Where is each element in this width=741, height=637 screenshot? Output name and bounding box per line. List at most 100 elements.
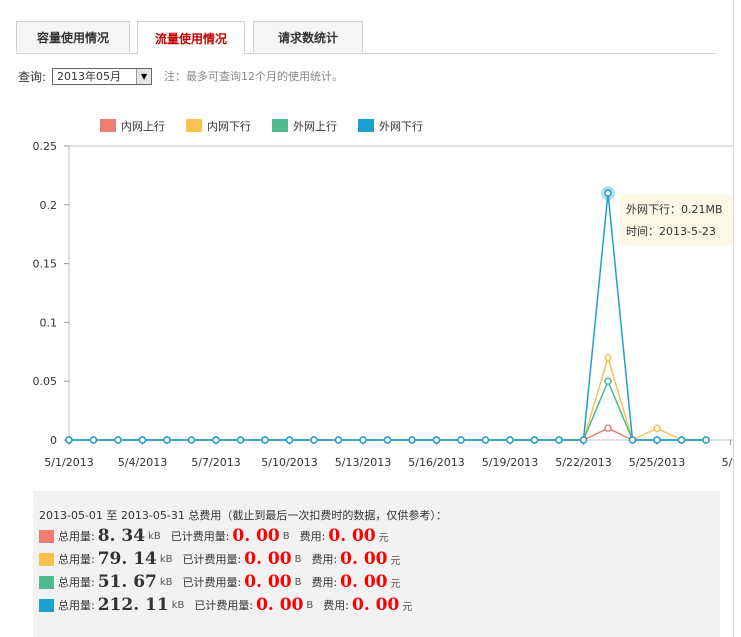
series-color-swatch [39,552,54,566]
tooltip-line-time: 时间：2013-5-23 [626,225,716,238]
total-label: 总用量: [58,530,95,543]
fee-value: 0. 00 [352,595,400,615]
fee-label: 费用: [299,530,326,543]
fee-label: 费用: [311,576,338,589]
series-color-swatch [39,598,54,612]
billed-label: 已计费用量: [182,576,242,589]
tooltip-line-value: 外网下行：0.21MB [626,203,723,216]
point-3-26 [702,436,710,444]
billed-label: 已计费用量: [170,530,230,543]
total-unit: kB [148,530,161,542]
query-label: 查询: [18,69,47,84]
billed-value: 0. 00 [232,526,280,546]
point-3-0 [65,436,73,444]
billed-label: 已计费用量: [182,553,242,566]
total-label: 总用量: [58,553,95,566]
month-select[interactable]: 2013年05月 ▼ [52,67,153,85]
month-select-value: 2013年05月 [57,70,122,83]
legend-swatch-2 [272,119,288,132]
x-tick-label-4: 5/13/2013 [335,456,391,469]
series-line-3 [69,192,706,441]
point-3-2 [114,436,122,444]
summary-header: 2013-05-01 至 2013-05-31 总费用（截止到最后一次扣费时的数… [39,509,447,522]
point-1-22 [604,353,612,362]
fee-unit: 元 [402,601,413,613]
tab-request-stats[interactable]: 请求数统计 [253,21,363,52]
series-line-2 [69,379,706,441]
legend-label-0: 内网上行 [121,119,165,133]
point-3-4 [163,436,171,444]
y-tick-label-5: 0 [50,434,57,447]
billed-value: 0. 00 [256,595,304,615]
point-3-12 [359,436,367,444]
total-unit: kB [159,553,173,565]
series-color-swatch [39,575,54,589]
billed-value: 0. 00 [244,572,292,592]
point-3-25 [677,436,686,444]
point-3-7 [236,436,245,444]
summary-row: 总用量: 79. 14 kB 已计费用量: 0. 00 B 费用: 0. 00 元 [39,548,411,570]
total-label: 总用量: [58,576,95,589]
point-3-11 [334,436,343,444]
fee-summary: 2013-05-01 至 2013-05-31 总费用（截止到最后一次扣费时的数… [33,491,720,637]
billed-unit: B [282,530,290,542]
fee-unit: 元 [390,578,401,590]
point-2-22 [604,377,612,385]
point-3-23 [628,436,637,444]
query-bar: 查询: 2013年05月 ▼ 注：最多可查询12个月的使用统计。 [18,66,343,86]
total-unit: kB [159,576,173,588]
fee-label: 费用: [323,599,349,612]
summary-row: 总用量: 51. 67 kB 已计费用量: 0. 00 B 费用: 0. 00 元 [39,571,411,593]
x-tick-label-8: 5/25/2013 [629,456,685,469]
x-tick-label-6: 5/19/2013 [482,456,538,469]
traffic-line-chart: 内网上行 内网下行 外网上行 外网下行 0.25 0.2 0.15 0.1 0.05 0 5/1/2… [33,119,733,469]
legend-label-2: 外网上行 [293,120,337,133]
series-color-swatch [39,529,54,543]
point-3-13 [383,436,392,444]
point-3-24 [653,436,661,444]
fee-unit: 元 [378,532,389,544]
legend-swatch-0 [100,119,116,132]
fee-unit: 元 [390,555,401,567]
total-unit: kB [171,599,185,611]
y-tick-label-0: 0.25 [33,140,58,153]
point-3-1 [89,436,98,444]
x-tick-label-2: 5/7/2013 [191,456,240,469]
point-3-21 [579,436,588,444]
tab-capacity-usage[interactable]: 容量使用情况 [16,21,130,52]
chevron-down-icon[interactable]: ▼ [136,68,152,84]
y-tick-label-1: 0.2 [40,199,58,212]
billed-unit: B [306,599,314,611]
point-3-8 [261,436,269,444]
billed-unit: B [294,576,302,588]
y-tick-label-3: 0.1 [40,316,58,329]
point-3-18 [506,436,514,444]
legend-swatch-1 [186,119,202,132]
tab-traffic-usage[interactable]: 流量使用情况 [137,21,245,54]
tab-bar: 容量使用情况 流量使用情况 请求数统计 [16,21,716,54]
x-tick-label-3: 5/10/2013 [261,456,317,469]
summary-row: 总用量: 8. 34 kB 已计费用量: 0. 00 B 费用: 0. 00 元 [39,525,399,547]
total-label: 总用量: [58,599,95,612]
x-tick-label-0: 5/1/2013 [44,456,93,469]
point-3-22 [604,189,612,197]
point-1-24 [653,424,661,432]
fee-label: 费用: [311,553,338,566]
total-value: 51. 67 [97,572,157,592]
x-tick-label-1: 5/4/2013 [118,456,167,469]
point-3-15 [432,436,441,444]
billed-unit: B [294,553,302,565]
y-tick-label-4: 0.05 [33,375,58,388]
point-3-9 [285,436,294,444]
x-tick-label-5: 5/16/2013 [408,456,464,469]
query-note: 注：最多可查询12个月的使用统计。 [164,70,344,83]
fee-value: 0. 00 [340,572,388,592]
total-value: 212. 11 [97,595,169,615]
y-tick-label-2: 0.15 [33,258,58,271]
x-tick-label-7: 5/22/2013 [555,456,611,469]
fee-value: 0. 00 [340,549,388,569]
point-3-3 [138,436,147,444]
summary-row: 总用量: 212. 11 kB 已计费用量: 0. 00 B 费用: 0. 00 元 [39,594,422,616]
legend-label-3: 外网下行 [379,120,423,133]
point-3-5 [187,436,196,444]
